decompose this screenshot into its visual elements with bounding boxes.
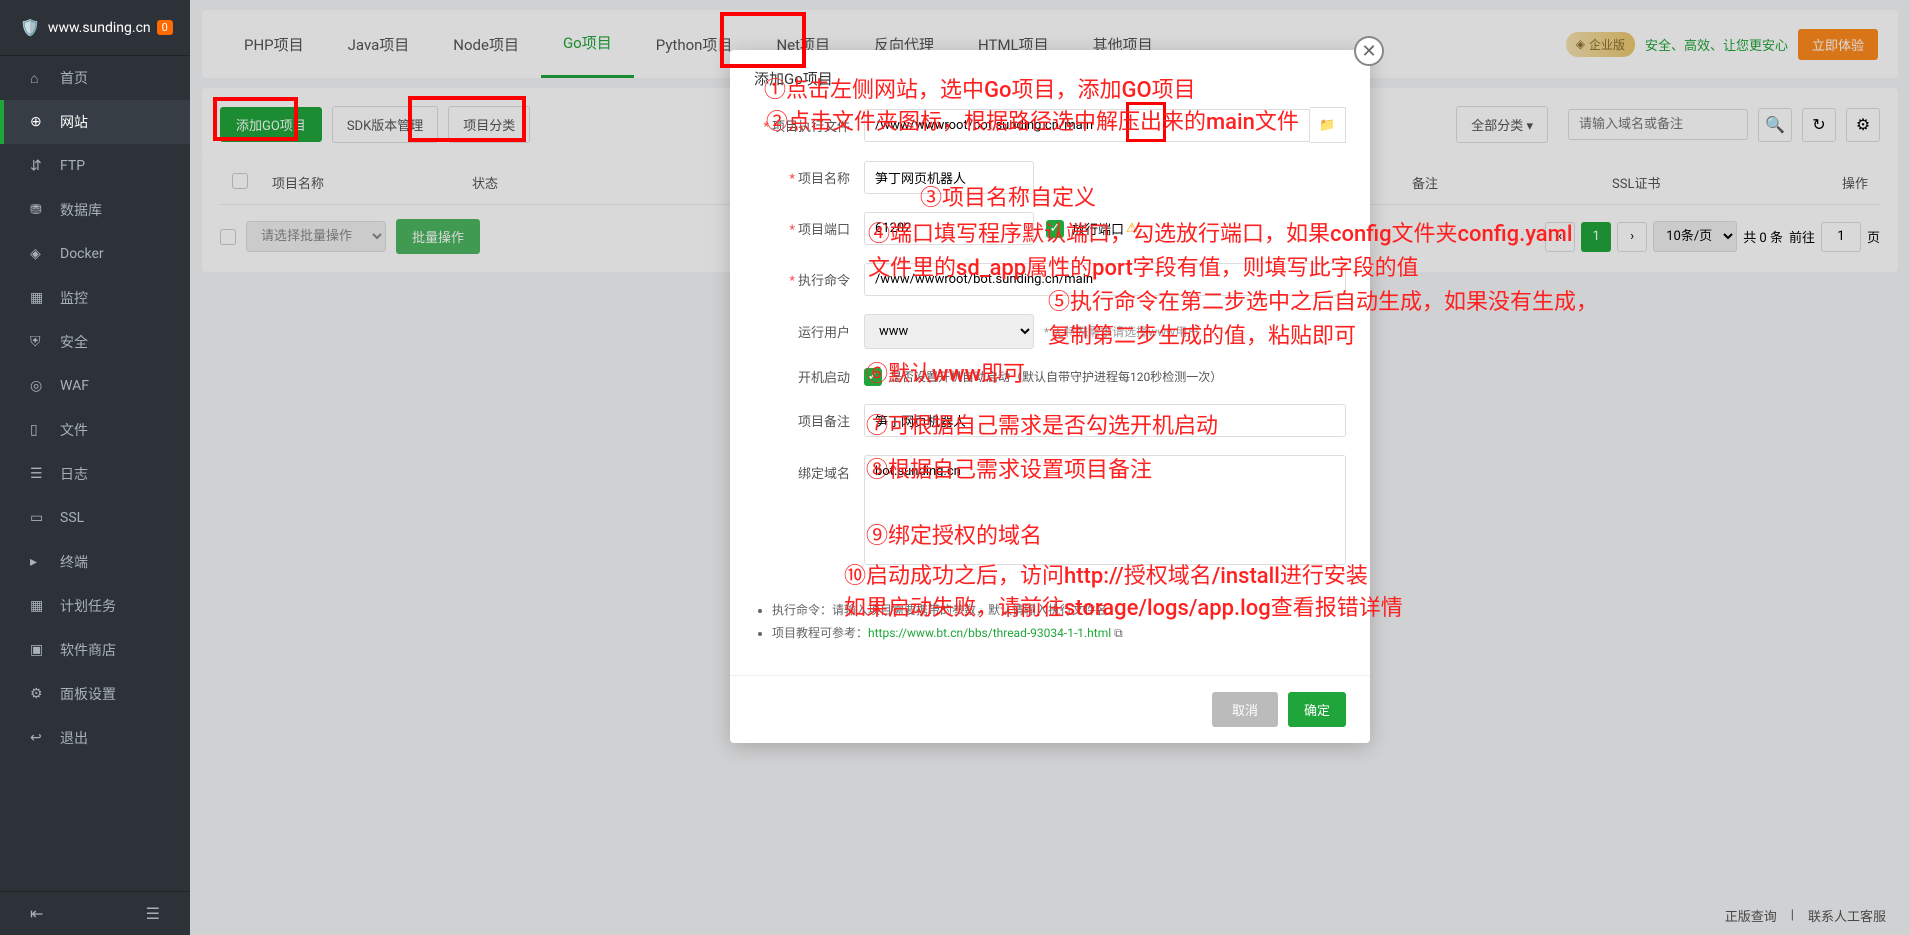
sidebar-item-site[interactable]: ⊕网站 bbox=[0, 100, 190, 144]
sidebar-item-logout[interactable]: ↩退出 bbox=[0, 716, 190, 760]
exec-file-input[interactable] bbox=[864, 109, 1310, 142]
sidebar-header: 🛡️ www.sunding.cn 0 bbox=[0, 0, 190, 56]
sidebar-item-security[interactable]: ⛨安全 bbox=[0, 320, 190, 364]
ftp-icon: ⇵ bbox=[30, 158, 46, 174]
gear-icon: ⚙ bbox=[30, 686, 46, 702]
database-icon: ⛃ bbox=[30, 202, 46, 218]
sidebar: 🛡️ www.sunding.cn 0 ⌂首页 ⊕网站 ⇵FTP ⛃数据库 ◈D… bbox=[0, 0, 190, 935]
note-2: 项目教程可参考：https://www.bt.cn/bbs/thread-930… bbox=[772, 624, 1346, 641]
list-toggle-icon[interactable]: ☰ bbox=[146, 904, 160, 923]
remark-input[interactable] bbox=[864, 404, 1346, 437]
sidebar-item-terminal[interactable]: ▸终端 bbox=[0, 540, 190, 584]
command-input[interactable] bbox=[864, 263, 1346, 296]
sidebar-item-settings[interactable]: ⚙面板设置 bbox=[0, 672, 190, 716]
monitor-icon: ▦ bbox=[30, 290, 46, 306]
folder-browse-button[interactable]: 📁 bbox=[1310, 107, 1346, 143]
sidebar-item-ftp[interactable]: ⇵FTP bbox=[0, 144, 190, 188]
confirm-button[interactable]: 确定 bbox=[1288, 692, 1346, 727]
terminal-icon: ▸ bbox=[30, 554, 46, 570]
sidebar-footer: ⇤ ☰ bbox=[0, 891, 190, 935]
modal-close-button[interactable]: ✕ bbox=[1354, 36, 1384, 66]
notif-badge[interactable]: 0 bbox=[157, 20, 173, 35]
sidebar-item-logs[interactable]: ☰日志 bbox=[0, 452, 190, 496]
modal-overlay: ✕ 添加Go项目 *项目执行文件 📁 *项目名称 *项目端口 bbox=[190, 0, 1910, 935]
external-link-icon: ⧉ bbox=[1114, 626, 1123, 640]
sidebar-menu: ⌂首页 ⊕网站 ⇵FTP ⛃数据库 ◈Docker ▦监控 ⛨安全 ◎WAF ▯… bbox=[0, 56, 190, 891]
store-icon: ▣ bbox=[30, 642, 46, 658]
boot-checkbox[interactable]: ✓ bbox=[864, 368, 882, 386]
add-go-modal: ✕ 添加Go项目 *项目执行文件 📁 *项目名称 *项目端口 bbox=[730, 50, 1370, 743]
modal-notes: 执行命令：请输入项目需要携带的参数，默认请输入执行文件名 项目教程可参考：htt… bbox=[730, 583, 1370, 659]
user-hint: * 无特殊需求请选择www用户 bbox=[1044, 323, 1199, 340]
logout-icon: ↩ bbox=[30, 730, 46, 746]
boot-hint: 是否设置开机自动启动（默认自带守护进程每120秒检测一次） bbox=[890, 368, 1222, 385]
allow-port-label: 放行端口 bbox=[1072, 219, 1124, 238]
domain-textarea[interactable]: bot.sunding.cn bbox=[864, 455, 1346, 565]
user-select[interactable]: www bbox=[864, 314, 1034, 349]
sidebar-item-docker[interactable]: ◈Docker bbox=[0, 232, 190, 276]
sidebar-item-ssl[interactable]: ▭SSL bbox=[0, 496, 190, 540]
port-input[interactable] bbox=[864, 212, 1034, 245]
calendar-icon: ▦ bbox=[30, 598, 46, 614]
cancel-button[interactable]: 取消 bbox=[1212, 692, 1278, 727]
sidebar-item-monitor[interactable]: ▦监控 bbox=[0, 276, 190, 320]
project-name-input[interactable] bbox=[864, 161, 1034, 194]
log-icon: ☰ bbox=[30, 466, 46, 482]
tutorial-link[interactable]: https://www.bt.cn/bbs/thread-93034-1-1.h… bbox=[868, 626, 1111, 640]
collapse-left-icon[interactable]: ⇤ bbox=[30, 904, 43, 923]
docker-icon: ◈ bbox=[30, 246, 46, 262]
modal-title: 添加Go项目 bbox=[730, 50, 1370, 107]
main: PHP项目 Java项目 Node项目 Go项目 Python项目 Net项目 … bbox=[190, 0, 1910, 935]
sidebar-item-database[interactable]: ⛃数据库 bbox=[0, 188, 190, 232]
warning-icon: ⚠ bbox=[1126, 221, 1138, 236]
sidebar-item-files[interactable]: ▯文件 bbox=[0, 408, 190, 452]
sidebar-item-home[interactable]: ⌂首页 bbox=[0, 56, 190, 100]
sidebar-item-waf[interactable]: ◎WAF bbox=[0, 364, 190, 408]
folder-icon: ▯ bbox=[30, 422, 46, 438]
ssl-icon: ▭ bbox=[30, 510, 46, 526]
site-url: www.sunding.cn bbox=[48, 20, 151, 36]
shield-icon: 🛡️ bbox=[20, 18, 40, 37]
sidebar-item-store[interactable]: ▣软件商店 bbox=[0, 628, 190, 672]
sidebar-item-cron[interactable]: ▦计划任务 bbox=[0, 584, 190, 628]
shield-icon: ⛨ bbox=[30, 334, 46, 350]
allow-port-checkbox[interactable]: ✓ bbox=[1046, 220, 1064, 238]
note-1: 执行命令：请输入项目需要携带的参数，默认请输入执行文件名 bbox=[772, 601, 1346, 618]
waf-icon: ◎ bbox=[30, 378, 46, 394]
home-icon: ⌂ bbox=[30, 70, 46, 86]
globe-icon: ⊕ bbox=[30, 114, 46, 130]
